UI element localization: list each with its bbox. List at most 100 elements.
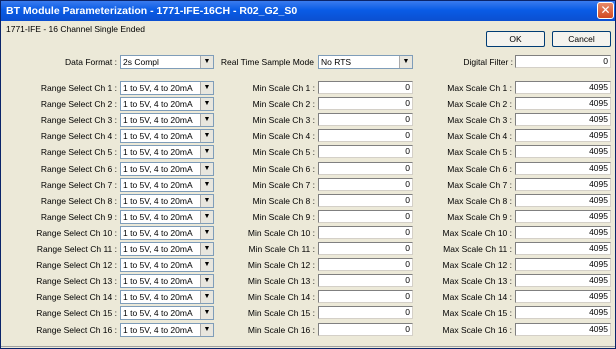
- chevron-down-icon[interactable]: ▼: [200, 291, 213, 303]
- range-select-dropdown[interactable]: 1 to 5V, 4 to 20mA ▼: [120, 242, 214, 256]
- min-scale-input[interactable]: 0: [318, 129, 413, 142]
- range-select-dropdown[interactable]: 1 to 5V, 4 to 20mA ▼: [120, 129, 214, 143]
- min-scale-label: Min Scale Ch 2 :: [252, 99, 315, 109]
- chevron-down-icon[interactable]: ▼: [200, 179, 213, 191]
- range-select-dropdown[interactable]: 1 to 5V, 4 to 20mA ▼: [120, 162, 214, 176]
- chevron-down-icon[interactable]: ▼: [200, 211, 213, 223]
- max-scale-input[interactable]: 4095: [515, 129, 611, 142]
- chevron-down-icon[interactable]: ▼: [200, 146, 213, 158]
- max-scale-input[interactable]: 4095: [515, 226, 611, 239]
- min-scale-input[interactable]: 0: [318, 145, 413, 158]
- chevron-down-icon[interactable]: ▼: [200, 98, 213, 110]
- max-scale-label: Max Scale Ch 8 :: [447, 196, 512, 206]
- range-select-dropdown[interactable]: 1 to 5V, 4 to 20mA ▼: [120, 226, 214, 240]
- min-scale-input[interactable]: 0: [318, 178, 413, 191]
- min-scale-label: Min Scale Ch 1 :: [252, 83, 315, 93]
- max-scale-input[interactable]: 4095: [515, 274, 611, 287]
- range-select-dropdown[interactable]: 1 to 5V, 4 to 20mA ▼: [120, 306, 214, 320]
- chevron-down-icon[interactable]: ▼: [200, 324, 213, 336]
- digital-filter-label: Digital Filter :: [463, 57, 513, 67]
- close-icon: ✕: [600, 3, 611, 17]
- range-select-dropdown[interactable]: 1 to 5V, 4 to 20mA ▼: [120, 274, 214, 288]
- max-scale-input[interactable]: 4095: [515, 290, 611, 303]
- range-select-dropdown[interactable]: 1 to 5V, 4 to 20mA ▼: [120, 81, 214, 95]
- chevron-down-icon[interactable]: ▼: [200, 163, 213, 175]
- chevron-down-icon[interactable]: ▼: [200, 275, 213, 287]
- max-scale-input[interactable]: 4095: [515, 258, 611, 271]
- range-select-value: 1 to 5V, 4 to 20mA: [123, 99, 193, 109]
- range-select-value: 1 to 5V, 4 to 20mA: [123, 228, 193, 238]
- min-scale-label: Min Scale Ch 14 :: [247, 292, 315, 302]
- max-scale-label: Max Scale Ch 2 :: [447, 99, 512, 109]
- min-scale-input[interactable]: 0: [318, 113, 413, 126]
- chevron-down-icon[interactable]: ▼: [200, 130, 213, 142]
- max-scale-input[interactable]: 4095: [515, 113, 611, 126]
- range-select-dropdown[interactable]: 1 to 5V, 4 to 20mA ▼: [120, 145, 214, 159]
- min-scale-input[interactable]: 0: [318, 242, 413, 255]
- min-scale-input[interactable]: 0: [318, 97, 413, 110]
- chevron-down-icon[interactable]: ▼: [200, 227, 213, 239]
- close-button[interactable]: ✕: [597, 2, 614, 19]
- max-scale-label: Max Scale Ch 4 :: [447, 131, 512, 141]
- range-select-dropdown[interactable]: 1 to 5V, 4 to 20mA ▼: [120, 210, 214, 224]
- max-scale-input[interactable]: 4095: [515, 178, 611, 191]
- chevron-down-icon[interactable]: ▼: [200, 259, 213, 271]
- min-scale-input[interactable]: 0: [318, 258, 413, 271]
- range-select-value: 1 to 5V, 4 to 20mA: [123, 276, 193, 286]
- max-scale-input[interactable]: 4095: [515, 323, 611, 336]
- range-select-label: Range Select Ch 5 :: [40, 147, 117, 157]
- range-select-value: 1 to 5V, 4 to 20mA: [123, 164, 193, 174]
- range-select-value: 1 to 5V, 4 to 20mA: [123, 196, 193, 206]
- min-scale-label: Min Scale Ch 13 :: [247, 276, 315, 286]
- range-select-dropdown[interactable]: 1 to 5V, 4 to 20mA ▼: [120, 290, 214, 304]
- range-select-dropdown[interactable]: 1 to 5V, 4 to 20mA ▼: [120, 323, 214, 337]
- min-scale-input[interactable]: 0: [318, 210, 413, 223]
- max-scale-label: Max Scale Ch 16 :: [442, 325, 512, 335]
- chevron-down-icon[interactable]: ▼: [399, 56, 412, 68]
- max-scale-input[interactable]: 4095: [515, 306, 611, 319]
- ok-button[interactable]: OK: [486, 31, 545, 47]
- min-scale-input[interactable]: 0: [318, 323, 413, 336]
- min-scale-input[interactable]: 0: [318, 81, 413, 94]
- min-scale-input[interactable]: 0: [318, 226, 413, 239]
- chevron-down-icon[interactable]: ▼: [200, 243, 213, 255]
- chevron-down-icon[interactable]: ▼: [200, 56, 213, 68]
- data-format-select[interactable]: 2s Compl ▼: [120, 55, 214, 69]
- max-scale-label: Max Scale Ch 15 :: [442, 308, 512, 318]
- min-scale-input[interactable]: 0: [318, 274, 413, 287]
- chevron-down-icon[interactable]: ▼: [200, 307, 213, 319]
- sample-mode-label: Real Time Sample Mode: [220, 57, 314, 67]
- range-select-label: Range Select Ch 1 :: [40, 83, 117, 93]
- max-scale-label: Max Scale Ch 14 :: [442, 292, 512, 302]
- range-select-dropdown[interactable]: 1 to 5V, 4 to 20mA ▼: [120, 194, 214, 208]
- range-select-dropdown[interactable]: 1 to 5V, 4 to 20mA ▼: [120, 178, 214, 192]
- chevron-down-icon[interactable]: ▼: [200, 114, 213, 126]
- max-scale-input[interactable]: 4095: [515, 81, 611, 94]
- cancel-button[interactable]: Cancel: [552, 31, 611, 47]
- title-bar[interactable]: BT Module Parameterization - 1771-IFE-16…: [1, 1, 615, 21]
- max-scale-input[interactable]: 4095: [515, 97, 611, 110]
- range-select-dropdown[interactable]: 1 to 5V, 4 to 20mA ▼: [120, 97, 214, 111]
- range-select-label: Range Select Ch 9 :: [40, 212, 117, 222]
- max-scale-input[interactable]: 4095: [515, 194, 611, 207]
- range-select-dropdown[interactable]: 1 to 5V, 4 to 20mA ▼: [120, 113, 214, 127]
- max-scale-input[interactable]: 4095: [515, 210, 611, 223]
- max-scale-label: Max Scale Ch 3 :: [447, 115, 512, 125]
- min-scale-input[interactable]: 0: [318, 290, 413, 303]
- range-select-dropdown[interactable]: 1 to 5V, 4 to 20mA ▼: [120, 258, 214, 272]
- module-description: 1771-IFE - 16 Channel Single Ended: [6, 24, 145, 34]
- sample-mode-select[interactable]: No RTS ▼: [318, 55, 413, 69]
- min-scale-input[interactable]: 0: [318, 162, 413, 175]
- min-scale-input[interactable]: 0: [318, 194, 413, 207]
- parameterization-dialog: BT Module Parameterization - 1771-IFE-16…: [0, 0, 616, 349]
- max-scale-input[interactable]: 4095: [515, 242, 611, 255]
- divider: [1, 346, 615, 347]
- max-scale-input[interactable]: 4095: [515, 145, 611, 158]
- range-select-value: 1 to 5V, 4 to 20mA: [123, 147, 193, 157]
- max-scale-input[interactable]: 4095: [515, 162, 611, 175]
- range-select-value: 1 to 5V, 4 to 20mA: [123, 83, 193, 93]
- chevron-down-icon[interactable]: ▼: [200, 82, 213, 94]
- min-scale-input[interactable]: 0: [318, 306, 413, 319]
- chevron-down-icon[interactable]: ▼: [200, 195, 213, 207]
- digital-filter-input[interactable]: 0: [515, 55, 611, 68]
